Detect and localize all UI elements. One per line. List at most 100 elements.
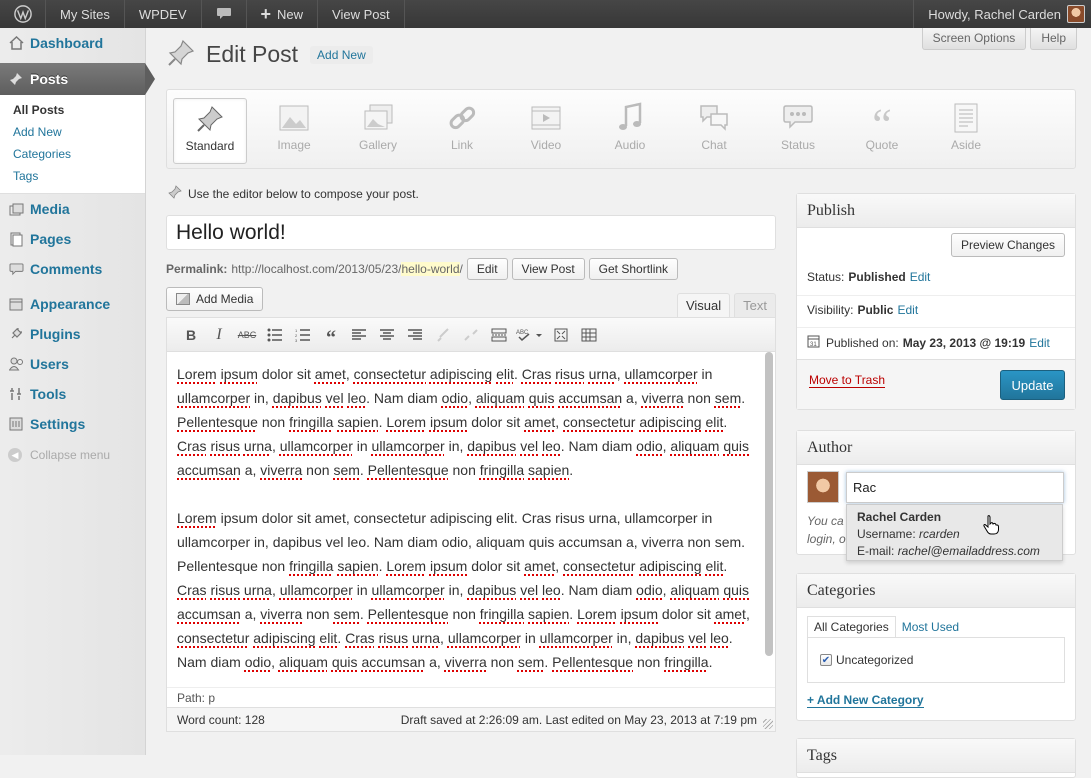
preview-changes-button[interactable]: Preview Changes — [950, 233, 1065, 257]
editor-content[interactable]: Lorem ipsum dolor sit amet, consectetur … — [177, 362, 752, 698]
menu-comments[interactable]: Comments — [0, 254, 145, 284]
editor-box: B I ABC 123 “ ABC Lorem ipsum dolor sit … — [166, 317, 776, 732]
resize-grip-icon[interactable] — [763, 719, 773, 729]
status-label: Status: — [807, 270, 845, 284]
numbered-list-icon[interactable]: 123 — [289, 322, 317, 348]
menu-settings[interactable]: Settings — [0, 409, 145, 439]
spellcheck-icon[interactable]: ABC — [513, 322, 547, 348]
format-video[interactable]: Video — [509, 98, 583, 164]
categories-box-title: Categories — [797, 574, 1075, 608]
page-header: Edit Post Add New — [166, 38, 373, 71]
add-new-category-link[interactable]: + Add New Category — [807, 693, 924, 708]
post-title-input[interactable] — [166, 215, 776, 250]
house-icon — [8, 35, 24, 51]
editor-scrollbar[interactable] — [765, 352, 773, 688]
format-label: Quote — [865, 138, 899, 152]
add-media-button[interactable]: Add Media — [166, 287, 264, 311]
publish-date-row: 31 Published on: May 23, 2013 @ 19:19 Ed… — [807, 334, 1050, 351]
tab-most-used[interactable]: Most Used — [896, 616, 965, 638]
menu-tools[interactable]: Tools — [0, 379, 145, 409]
update-button[interactable]: Update — [1000, 370, 1065, 400]
menu-label: Pages — [30, 231, 72, 247]
format-aside[interactable]: Aside — [929, 98, 1003, 164]
wordpress-logo-icon[interactable] — [0, 0, 46, 28]
menu-label: Users — [30, 356, 69, 372]
align-left-icon[interactable] — [345, 322, 373, 348]
post-status-row: Status: Published Edit — [807, 270, 930, 284]
get-shortlink-button[interactable]: Get Shortlink — [588, 258, 679, 280]
admin-menu: Dashboard Posts All Posts Add New Catego… — [0, 28, 155, 755]
view-post-link[interactable]: View Post — [318, 0, 405, 28]
submenu-tags[interactable]: Tags — [0, 165, 145, 187]
category-checkbox[interactable]: ✔ — [820, 654, 832, 666]
quote-marks-icon: “ — [872, 100, 892, 149]
tab-text[interactable]: Text — [734, 293, 776, 317]
publish-box: Publish Preview Changes Status: Publishe… — [796, 193, 1076, 410]
comments-icon[interactable] — [202, 0, 247, 28]
format-label: Gallery — [358, 138, 397, 152]
status-edit-link[interactable]: Edit — [910, 270, 931, 284]
screen-meta-links: Screen Options Help — [921, 28, 1077, 50]
permalink-slug[interactable]: hello-world — [401, 262, 460, 276]
my-account-menu[interactable]: Howdy, Rachel Carden — [913, 0, 1091, 28]
tab-all-categories[interactable]: All Categories — [807, 616, 896, 638]
menu-pages[interactable]: Pages — [0, 224, 145, 254]
format-status[interactable]: Status — [761, 98, 835, 164]
collapse-menu-button[interactable]: ◀ Collapse menu — [0, 439, 145, 471]
editor-tabs: Visual Text — [676, 293, 776, 317]
strikethrough-icon[interactable]: ABC — [233, 322, 261, 348]
format-label: Link — [450, 138, 473, 152]
add-new-button[interactable]: Add New — [310, 45, 373, 64]
menu-plugins[interactable]: Plugins — [0, 319, 145, 349]
scrollbar-thumb[interactable] — [765, 352, 773, 656]
word-count: Word count: 128 — [177, 712, 265, 727]
submenu-add-new[interactable]: Add New — [0, 121, 145, 143]
format-quote[interactable]: “ Quote — [845, 98, 919, 164]
screen-options-button[interactable]: Screen Options — [921, 28, 1027, 50]
bold-icon[interactable]: B — [177, 322, 205, 348]
menu-appearance[interactable]: Appearance — [0, 289, 145, 319]
visibility-edit-link[interactable]: Edit — [897, 303, 918, 317]
author-suggestion-item[interactable]: Rachel Carden Username: rcarden E-mail: … — [846, 504, 1063, 561]
submenu-all-posts[interactable]: All Posts — [0, 99, 145, 121]
tab-visual[interactable]: Visual — [676, 293, 731, 317]
format-image[interactable]: Image — [257, 98, 331, 164]
insert-link-icon[interactable] — [429, 322, 457, 348]
avatar — [1067, 5, 1085, 23]
align-right-icon[interactable] — [401, 322, 429, 348]
format-gallery[interactable]: Gallery — [341, 98, 415, 164]
menu-label: Settings — [30, 416, 86, 432]
permalink-edit-button[interactable]: Edit — [466, 258, 508, 280]
submenu-categories[interactable]: Categories — [0, 143, 145, 165]
my-sites-menu[interactable]: My Sites — [46, 0, 125, 28]
menu-dashboard[interactable]: Dashboard — [0, 28, 145, 58]
help-button[interactable]: Help — [1030, 28, 1077, 50]
format-standard[interactable]: Standard — [173, 98, 247, 164]
bullet-list-icon[interactable] — [261, 322, 289, 348]
autosave-status: Draft saved at 2:26:09 am. Last edited o… — [400, 712, 757, 727]
unlink-icon[interactable] — [457, 322, 485, 348]
kitchen-sink-icon[interactable] — [575, 322, 603, 348]
menu-users[interactable]: Users — [0, 349, 145, 379]
category-tabs: All Categories Most Used — [807, 616, 965, 638]
italic-icon[interactable]: I — [205, 322, 233, 348]
format-link[interactable]: Link — [425, 98, 499, 164]
permalink-label: Permalink: — [166, 262, 228, 276]
new-content-menu[interactable]: + New — [247, 0, 319, 28]
author-search-input[interactable] — [846, 472, 1064, 503]
view-post-button[interactable]: View Post — [511, 258, 585, 280]
more-tag-icon[interactable] — [485, 322, 513, 348]
author-box-title: Author — [797, 431, 1075, 465]
site-name-menu[interactable]: WPDEV — [125, 0, 202, 28]
format-audio[interactable]: Audio — [593, 98, 667, 164]
tags-box-title: Tags — [797, 739, 1075, 773]
format-chat[interactable]: Chat — [677, 98, 751, 164]
fullscreen-icon[interactable] — [547, 322, 575, 348]
format-label: Status — [780, 138, 816, 152]
move-to-trash-link[interactable]: Move to Trash — [809, 373, 886, 388]
date-edit-link[interactable]: Edit — [1029, 336, 1050, 350]
menu-media[interactable]: Media — [0, 194, 145, 224]
blockquote-icon[interactable]: “ — [317, 322, 345, 349]
menu-posts[interactable]: Posts — [0, 63, 155, 95]
align-center-icon[interactable] — [373, 322, 401, 348]
